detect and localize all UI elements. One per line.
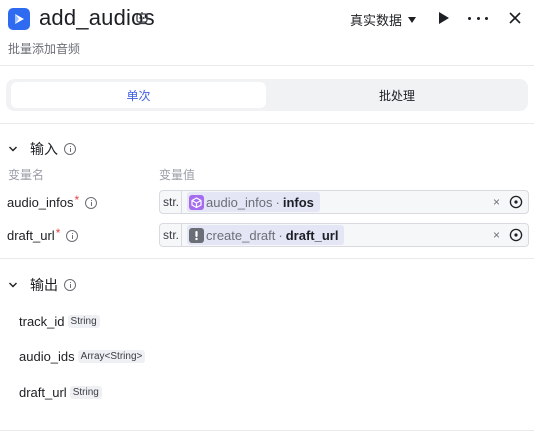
divider (0, 123, 534, 124)
divider (0, 430, 534, 431)
data-mode-label: 真实数据 (350, 13, 403, 28)
data-mode-select[interactable]: 真实数据 (350, 10, 417, 29)
type-tag[interactable]: str. (160, 191, 182, 213)
info-icon[interactable] (64, 279, 76, 291)
ref-field-name: draft_url (285, 227, 339, 243)
input-section-title: 输入 (30, 141, 58, 157)
input-section-toggle[interactable]: 输入 (8, 139, 76, 159)
ref-field-name: infos (282, 194, 314, 210)
output-row: audio_ids Array<String> (19, 349, 146, 364)
required-marker: * (74, 192, 80, 207)
var-name-label: draft_url (7, 228, 55, 243)
info-icon[interactable] (66, 229, 79, 242)
app-logo-icon (8, 8, 30, 30)
output-name: audio_ids (19, 349, 75, 364)
run-mode-tabs: 单次 批处理 (6, 79, 528, 111)
ref-node-name: create_draft (206, 227, 276, 243)
variable-ref-field[interactable]: str. create_draft · draft_url × (159, 223, 529, 247)
info-icon[interactable] (85, 196, 98, 209)
play-icon[interactable] (438, 11, 450, 25)
output-section-toggle[interactable]: 输出 (8, 275, 76, 295)
output-type-badge: Array<String> (77, 350, 146, 363)
clear-icon[interactable]: × (493, 228, 500, 242)
target-icon[interactable] (509, 195, 523, 209)
node-header: add_audios 真实数据 批量添加音频 (0, 0, 534, 66)
output-type-badge: String (67, 315, 100, 328)
input-var-draft-url: draft_url * (7, 225, 79, 243)
column-header-value: 变量值 (159, 168, 196, 182)
ref-separator: · (275, 194, 280, 210)
divider (0, 258, 534, 259)
chevron-down-icon (9, 282, 17, 288)
output-type-badge: String (69, 386, 102, 399)
close-icon[interactable] (508, 11, 522, 25)
output-row: draft_url String (19, 385, 102, 400)
output-row: track_id String (19, 314, 100, 329)
var-name-label: audio_infos (7, 195, 74, 210)
variable-ref-field[interactable]: str. audio_infos · infos × (159, 190, 529, 214)
purple-cube-icon (189, 194, 204, 210)
clear-icon[interactable]: × (493, 195, 500, 209)
target-icon[interactable] (509, 228, 523, 242)
type-tag[interactable]: str. (160, 224, 182, 246)
more-icon[interactable] (468, 10, 488, 26)
gray-exclamation-icon (189, 227, 204, 243)
tab-batch[interactable]: 批处理 (270, 82, 524, 108)
input-var-audio-infos: audio_infos * (7, 192, 98, 210)
ref-separator: · (278, 227, 283, 243)
ref-node-name: audio_infos (206, 194, 273, 210)
output-name: track_id (19, 314, 65, 329)
reference-chip[interactable]: audio_infos · infos (187, 192, 320, 212)
robot-icon (136, 12, 148, 25)
output-section-title: 输出 (30, 277, 58, 293)
info-icon[interactable] (64, 143, 76, 155)
required-marker: * (55, 225, 61, 240)
node-description: 批量添加音频 (8, 42, 81, 56)
output-name: draft_url (19, 385, 67, 400)
caret-down-icon (408, 17, 417, 23)
column-header-name: 变量名 (8, 168, 45, 182)
reference-chip[interactable]: create_draft · draft_url (187, 225, 345, 245)
tab-single[interactable]: 单次 (11, 82, 266, 108)
chevron-down-icon (9, 146, 17, 152)
